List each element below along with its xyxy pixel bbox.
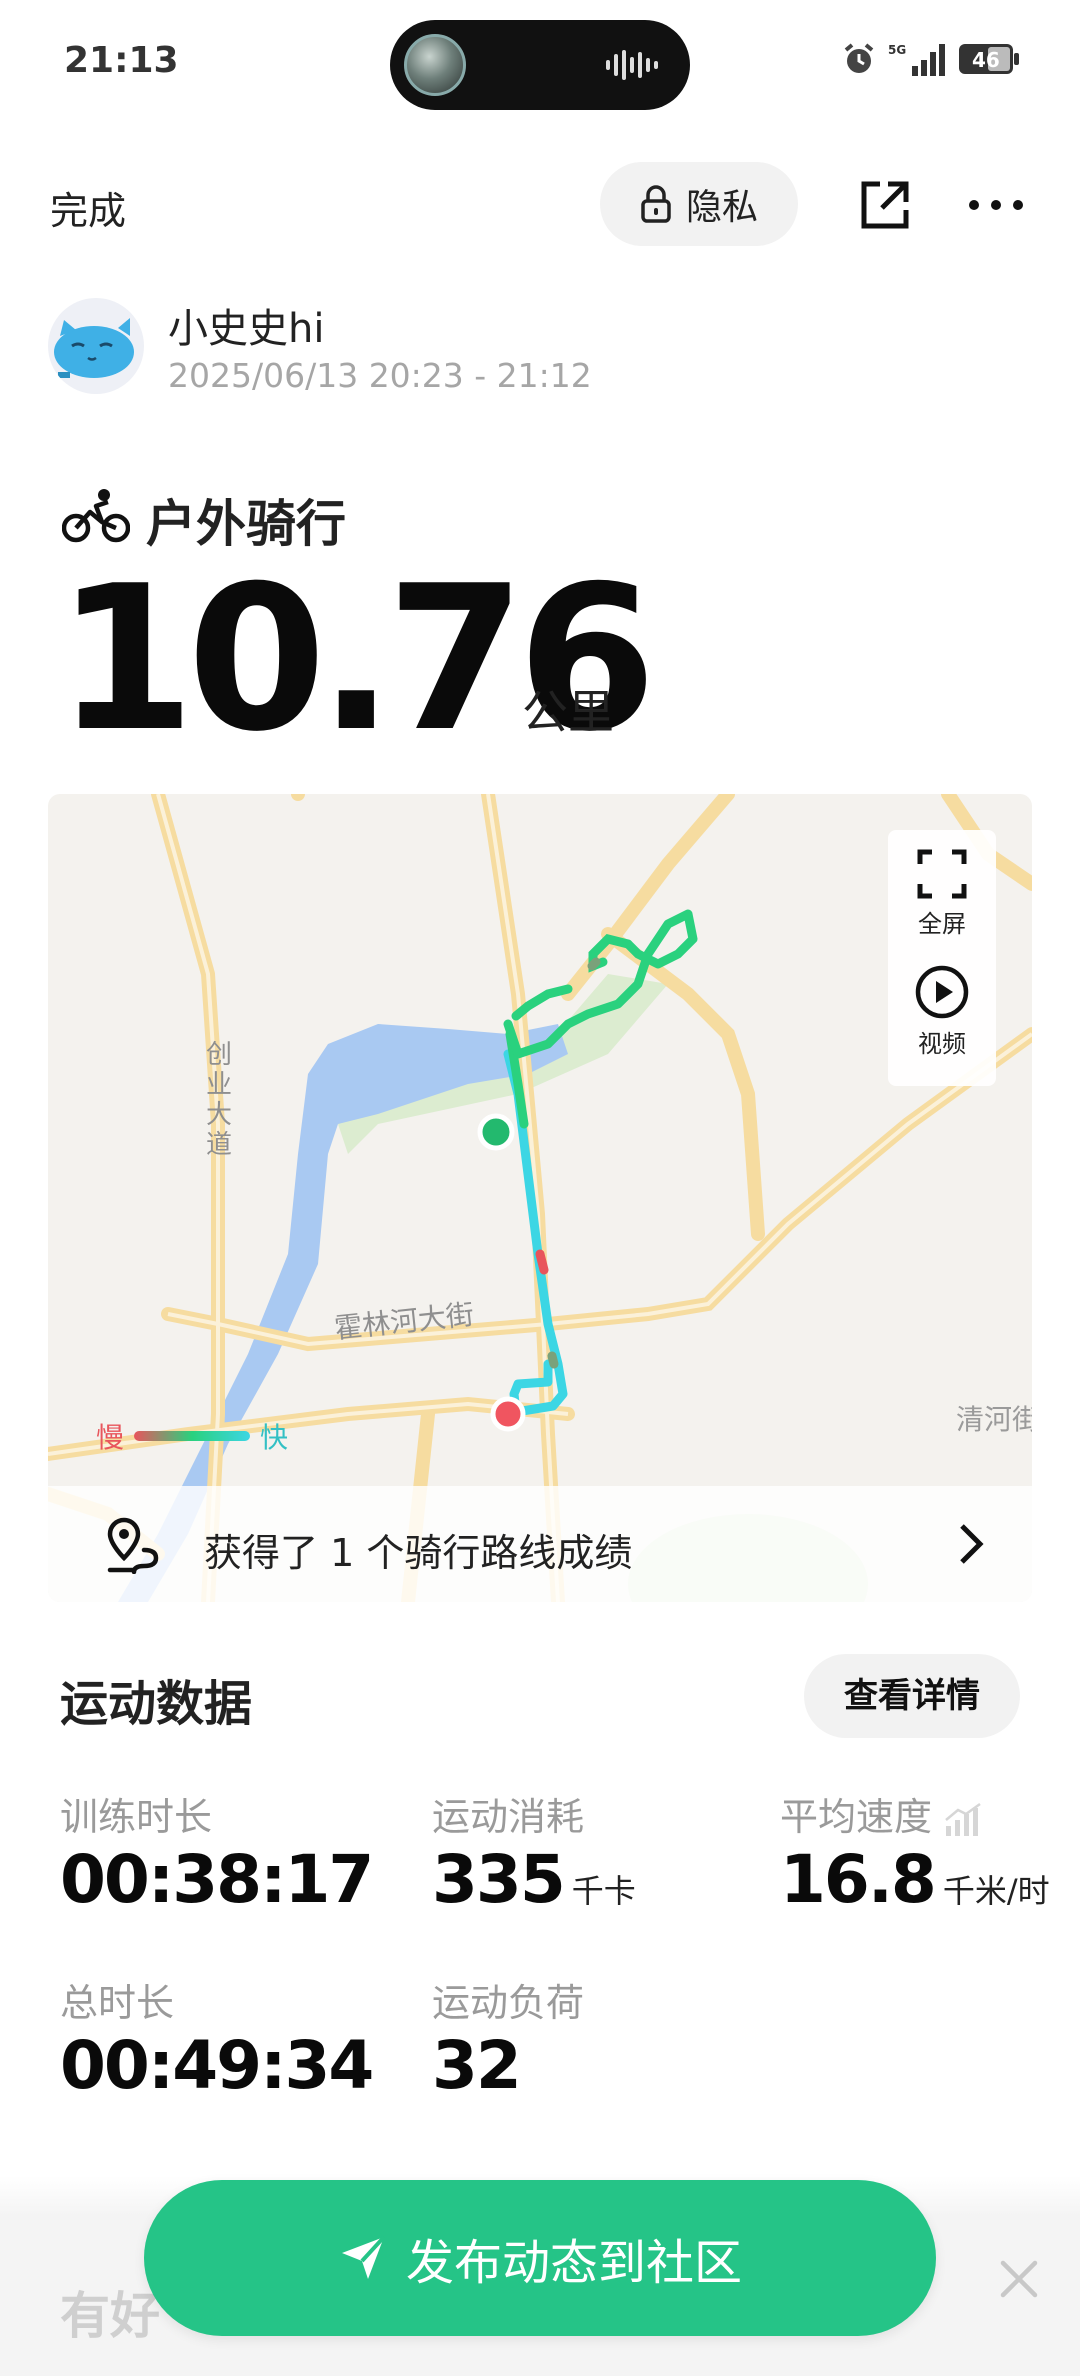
stat-total-duration: 总时长 00:49:34 xyxy=(60,1972,374,2104)
stat-label: 平均速度 xyxy=(780,1786,1050,1841)
stat-value: 00:38:17 xyxy=(60,1841,374,1918)
network-type-text: 5G xyxy=(888,43,906,57)
stat-training-load: 运动负荷 32 xyxy=(432,1972,584,2104)
more-icon[interactable] xyxy=(966,180,1026,230)
video-label: 视频 xyxy=(918,1030,966,1058)
dynamic-island[interactable] xyxy=(390,20,690,110)
chevron-right-icon xyxy=(960,1524,984,1564)
route-pin-icon xyxy=(107,1517,159,1574)
stat-value: 335 xyxy=(432,1841,566,1918)
close-icon[interactable] xyxy=(998,2258,1040,2300)
distance-unit: 公里 xyxy=(522,685,614,739)
video-button[interactable]: 视频 xyxy=(888,964,996,1059)
stat-calories: 运动消耗 335 千卡 xyxy=(432,1786,636,1918)
stat-unit: 千卡 xyxy=(571,1872,636,1910)
avatar[interactable] xyxy=(48,298,144,394)
signal-5g-icon: 5G xyxy=(888,43,945,76)
privacy-label: 隐私 xyxy=(685,187,758,228)
stat-label: 总时长 xyxy=(60,1981,175,2025)
cat-avatar-icon xyxy=(54,318,134,378)
route-achievement-banner[interactable]: 获得了 1 个骑行路线成绩 xyxy=(48,1486,1032,1602)
activity-time-range: 2025/06/13 20:23 - 21:12 xyxy=(168,356,592,395)
speed-legend: 慢 快 xyxy=(96,1416,288,1456)
stats-section-title: 运动数据 xyxy=(60,1676,253,1732)
fullscreen-label: 全屏 xyxy=(918,910,966,938)
chart-trend-icon[interactable] xyxy=(942,1802,982,1838)
done-button[interactable]: 完成 xyxy=(50,180,126,235)
user-name[interactable]: 小史史hi xyxy=(168,296,324,354)
stat-label: 训练时长 xyxy=(60,1795,213,1839)
stat-avg-speed: 平均速度 16.8 千米/时 xyxy=(780,1786,1050,1918)
status-bar: 21:13 5G 46 xyxy=(0,0,1080,130)
send-icon xyxy=(341,2235,386,2279)
view-details-button[interactable]: 查看详情 xyxy=(804,1654,1020,1738)
alarm-icon xyxy=(844,43,874,73)
stat-unit: 千米/时 xyxy=(942,1872,1050,1910)
play-icon xyxy=(915,965,969,1019)
fullscreen-button[interactable]: 全屏 xyxy=(888,848,996,939)
privacy-button[interactable]: 隐私 xyxy=(600,162,798,246)
legend-gradient-bar xyxy=(134,1431,251,1441)
publish-label: 发布动态到社区 xyxy=(405,2235,742,2291)
audio-wave-icon xyxy=(606,50,658,80)
legend-slow: 慢 xyxy=(96,1421,125,1454)
road-label-qinghe: 清河街 xyxy=(956,1403,1032,1436)
map-controls: 全屏 视频 xyxy=(888,830,996,1086)
share-icon[interactable] xyxy=(858,178,912,232)
road-label-chuangye: 创业大道 xyxy=(205,1040,232,1160)
stat-value: 32 xyxy=(432,2027,522,2104)
stat-label: 运动负荷 xyxy=(432,1981,585,2025)
stat-training-duration: 训练时长 00:38:17 xyxy=(60,1786,374,1918)
legend-fast: 快 xyxy=(260,1421,289,1454)
achievement-text: 获得了 1 个骑行路线成绩 xyxy=(204,1531,633,1575)
status-time: 21:13 xyxy=(64,40,179,81)
section-title-peek: 有好 xyxy=(60,2287,160,2345)
stat-value: 00:49:34 xyxy=(60,2027,374,2104)
bike-icon xyxy=(62,489,130,543)
publish-to-community-button[interactable]: 发布动态到社区 xyxy=(144,2180,936,2336)
battery-level-text: 46 xyxy=(972,48,1000,72)
stat-label-text: 平均速度 xyxy=(780,1795,933,1839)
top-bar: 完成 隐私 xyxy=(0,160,1080,250)
battery-icon: 46 xyxy=(959,44,1019,74)
route-map[interactable]: 创业大道 霍林河大街 清河街 全屏 视频 慢 快 获得了 1 个骑行路线成绩 xyxy=(48,794,1032,1602)
island-avatar xyxy=(404,34,466,96)
status-icons: 5G 46 xyxy=(842,42,1020,76)
stat-value: 16.8 xyxy=(780,1841,937,1918)
fullscreen-icon xyxy=(917,849,967,899)
map-background xyxy=(48,794,1032,1602)
lock-icon xyxy=(641,185,671,223)
stat-label: 运动消耗 xyxy=(432,1795,585,1839)
